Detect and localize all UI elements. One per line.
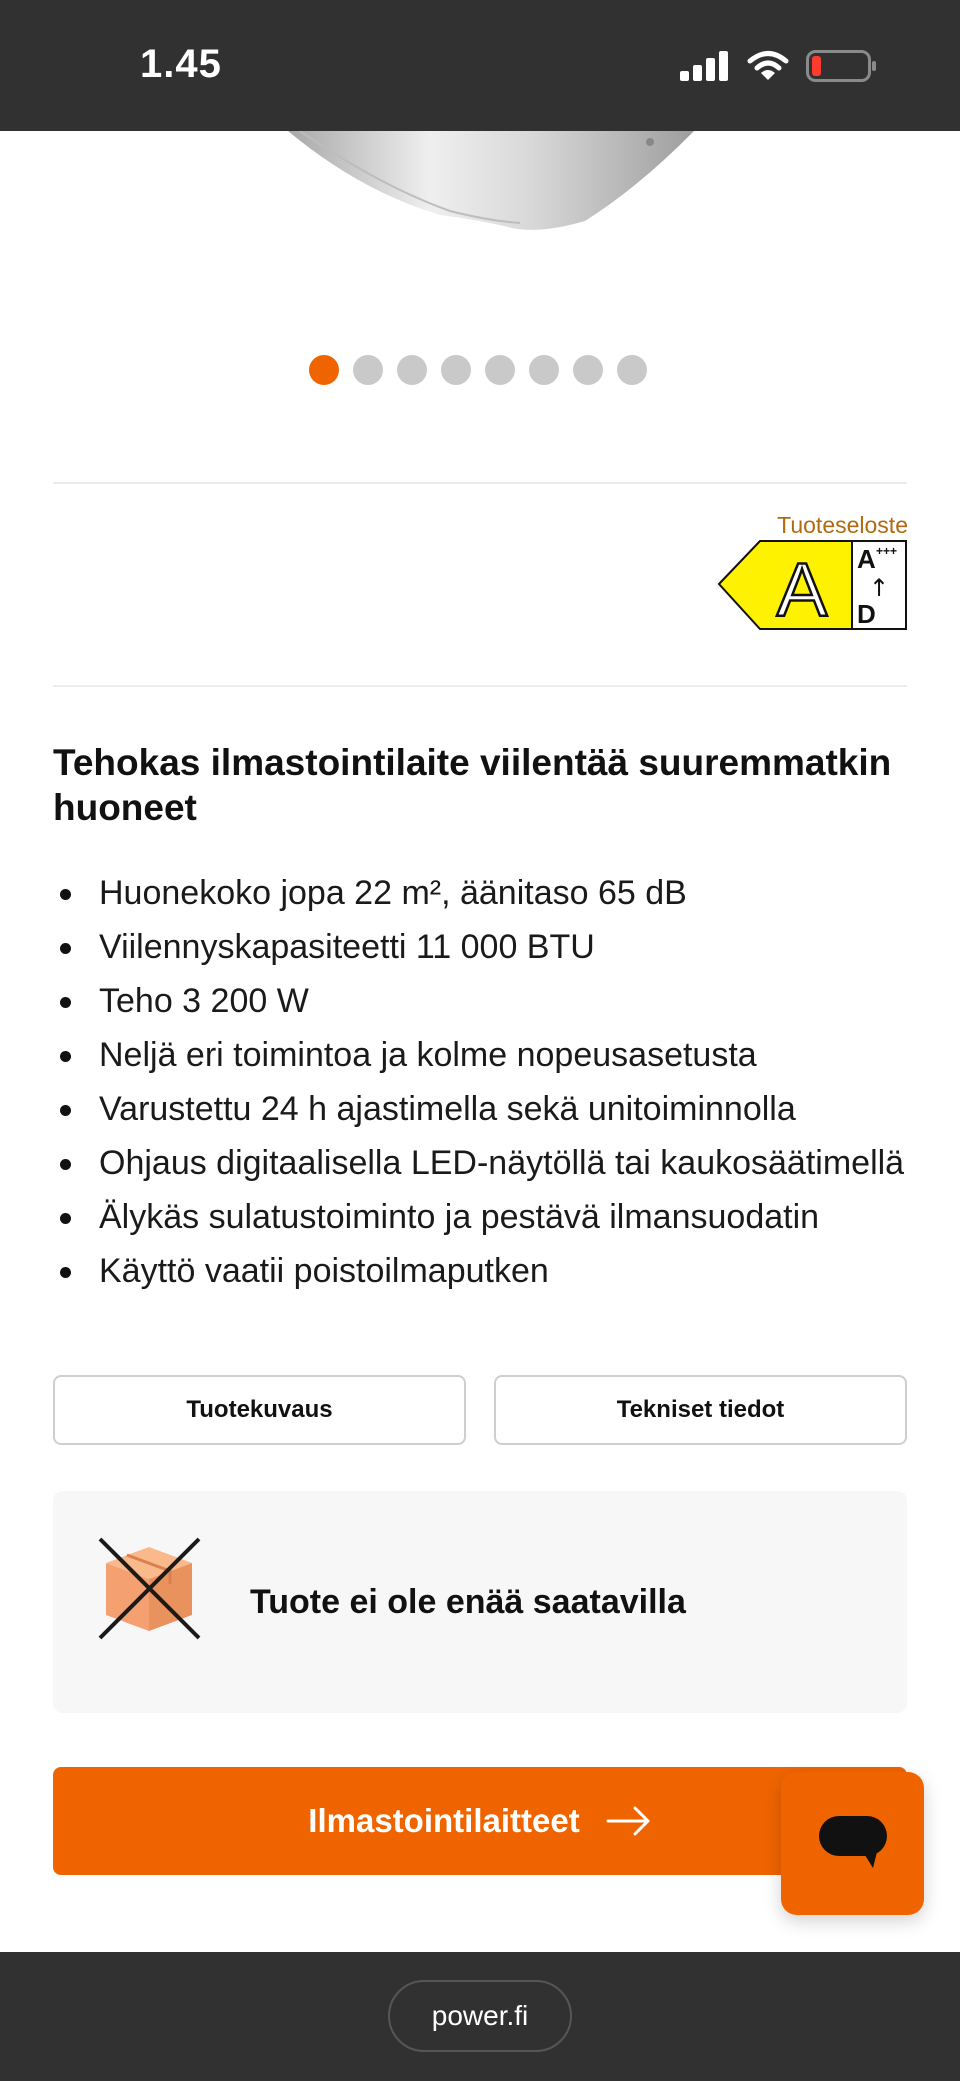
energy-scale-arrow: ↑ bbox=[869, 574, 889, 602]
energy-label[interactable]: Tuoteseloste A A +++ ↑ D bbox=[716, 512, 908, 632]
feature-list: Huonekoko jopa 22 m², äänitaso 65 dB Vii… bbox=[53, 866, 933, 1298]
signal-icon bbox=[680, 51, 728, 81]
status-icons bbox=[680, 46, 878, 86]
status-bar: 1.45 bbox=[0, 0, 960, 131]
category-cta-button[interactable]: Ilmastointilaitteet bbox=[53, 1767, 907, 1875]
energy-class-badge: A A +++ ↑ D bbox=[717, 540, 907, 632]
product-description-button[interactable]: Tuotekuvaus bbox=[53, 1375, 466, 1445]
energy-scale-bottom: D bbox=[857, 599, 876, 629]
feature-item: Huonekoko jopa 22 m², äänitaso 65 dB bbox=[53, 866, 933, 920]
carousel-dot[interactable] bbox=[441, 355, 471, 385]
cta-label: Ilmastointilaitteet bbox=[308, 1802, 580, 1839]
carousel-dots bbox=[309, 355, 647, 385]
feature-item: Käyttö vaatii poistoilmaputken bbox=[53, 1244, 933, 1298]
divider bbox=[53, 482, 907, 484]
availability-text: Tuote ei ole enää saatavilla bbox=[250, 1582, 686, 1621]
technical-specs-button[interactable]: Tekniset tiedot bbox=[494, 1375, 907, 1445]
feature-item: Viilennyskapasiteetti 11 000 BTU bbox=[53, 920, 933, 974]
feature-item: Varustettu 24 h ajastimella sekä unitoim… bbox=[53, 1082, 933, 1136]
energy-grade: A bbox=[777, 548, 828, 632]
feature-item: Neljä eri toimintoa ja kolme nopeusasetu… bbox=[53, 1028, 933, 1082]
product-headline: Tehokas ilmastointilaite viilentää suure… bbox=[53, 742, 892, 828]
carousel-dot[interactable] bbox=[529, 355, 559, 385]
wifi-icon bbox=[747, 51, 789, 80]
availability-notice: Tuote ei ole enää saatavilla bbox=[53, 1491, 907, 1713]
status-time: 1.45 bbox=[140, 42, 222, 86]
battery-low-icon bbox=[806, 50, 876, 82]
energy-scale-suffix: +++ bbox=[876, 544, 897, 558]
carousel-dot[interactable] bbox=[617, 355, 647, 385]
carousel-dot[interactable] bbox=[353, 355, 383, 385]
feature-item: Teho 3 200 W bbox=[53, 974, 933, 1028]
energy-scale-top: A bbox=[857, 544, 876, 574]
arrow-right-icon bbox=[606, 1806, 650, 1836]
chat-button[interactable] bbox=[781, 1772, 924, 1915]
out-of-stock-box-icon bbox=[98, 1537, 201, 1640]
product-image[interactable] bbox=[0, 131, 960, 251]
url-bar[interactable]: power.fi bbox=[388, 1980, 572, 2052]
carousel-dot[interactable] bbox=[485, 355, 515, 385]
carousel-dot[interactable] bbox=[573, 355, 603, 385]
carousel-dot[interactable] bbox=[309, 355, 339, 385]
divider bbox=[53, 685, 907, 687]
feature-item: Älykäs sulatustoiminto ja pestävä ilmans… bbox=[53, 1190, 933, 1244]
chat-bubble-icon bbox=[818, 1815, 887, 1868]
product-sheet-link[interactable]: Tuoteseloste bbox=[777, 512, 908, 539]
browser-bar: power.fi bbox=[0, 1952, 960, 2081]
feature-item: Ohjaus digitaalisella LED-näytöllä tai k… bbox=[53, 1136, 933, 1190]
carousel-dot[interactable] bbox=[397, 355, 427, 385]
